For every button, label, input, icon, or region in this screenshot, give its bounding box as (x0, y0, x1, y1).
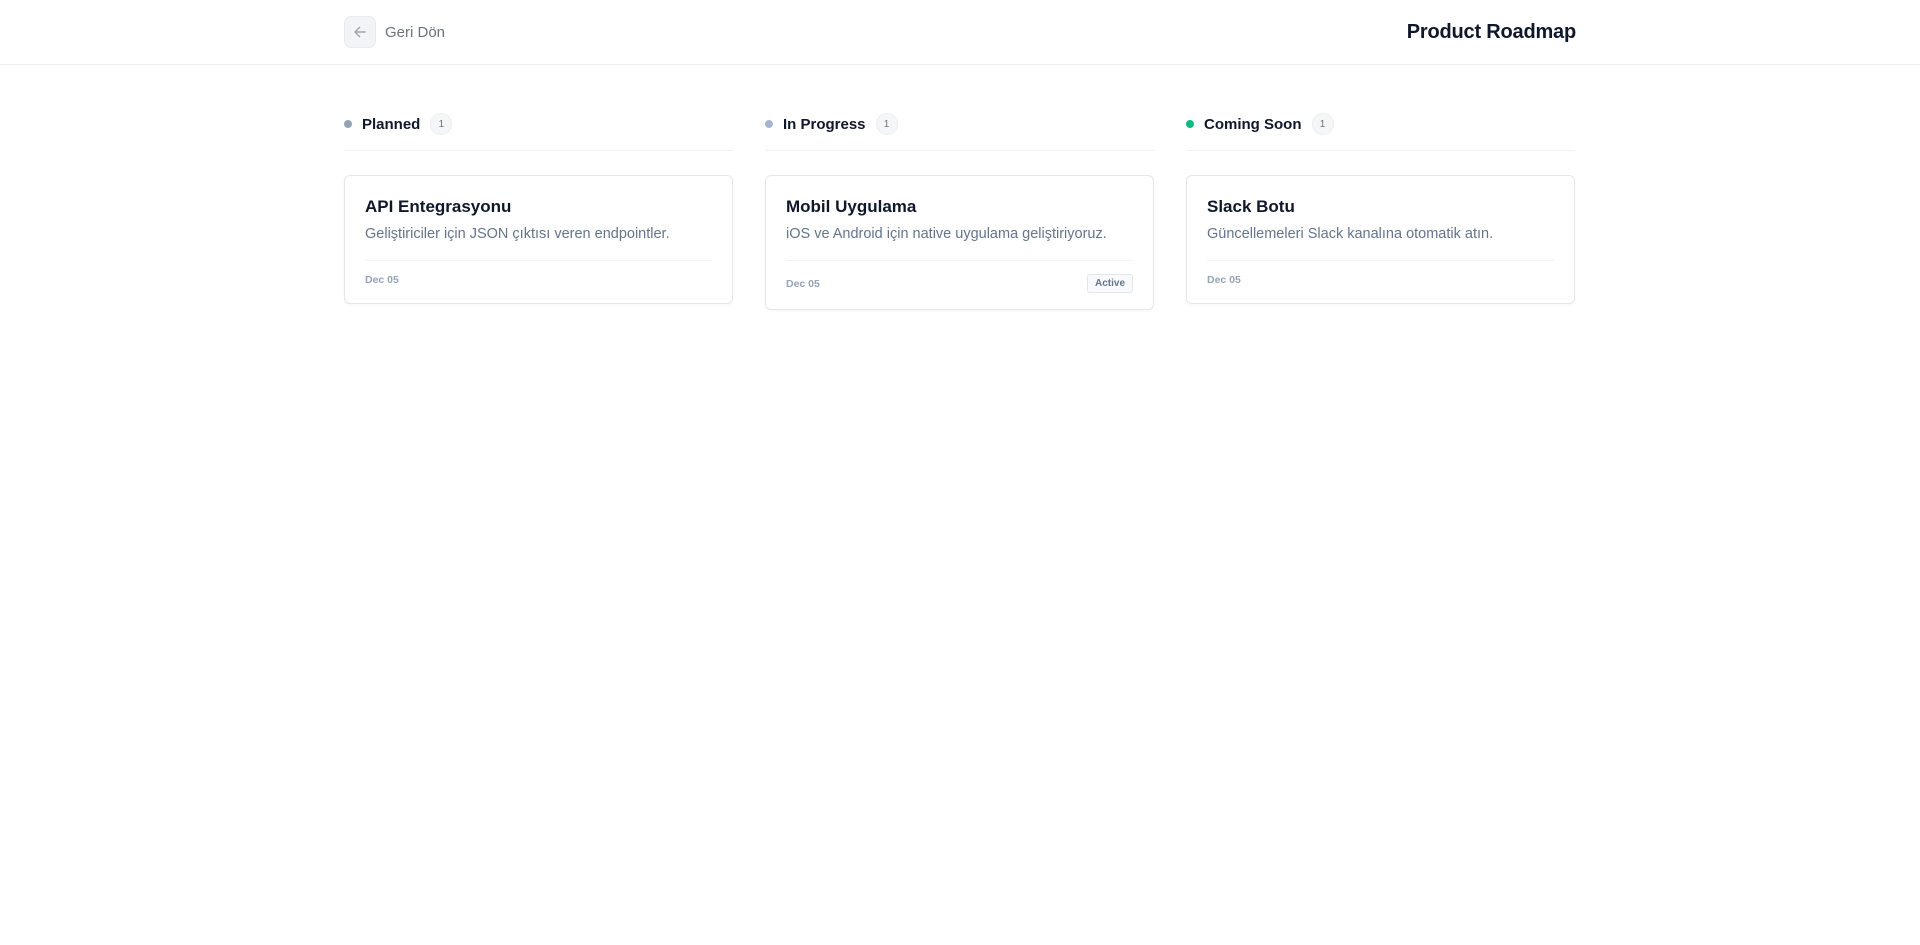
card-description: Geliştiriciler için JSON çıktısı veren e… (365, 226, 670, 242)
card-date: Dec 05 (786, 277, 820, 290)
top-bar-inner: Geri Dön Product Roadmap (344, 0, 1576, 64)
count-badge: 1 (430, 113, 453, 135)
status-dot (1186, 120, 1194, 128)
card-footer: Dec 05 (1207, 273, 1554, 287)
column-divider (344, 150, 733, 151)
column-header: In Progress 1 (765, 112, 1154, 136)
page-title: Product Roadmap (1406, 20, 1576, 43)
card-description: Güncellemeleri Slack kanalına otomatik a… (1207, 226, 1494, 242)
count-badge: 1 (1311, 113, 1334, 135)
column-title: Coming Soon (1204, 115, 1302, 133)
column-divider (1186, 150, 1575, 151)
card-title: API Entegrasyonu (365, 197, 512, 216)
column-title: In Progress (783, 115, 866, 133)
column-coming-soon: Coming Soon 1 Slack Botu Güncellemeleri … (1186, 112, 1575, 310)
arrow-left-icon[interactable] (344, 16, 376, 48)
card-date: Dec 05 (365, 274, 399, 286)
column-planned: Planned 1 API Entegrasyonu Geliştiricile… (344, 112, 733, 310)
count-badge: 1 (875, 113, 898, 135)
column-divider (765, 150, 1154, 151)
roadmap-card[interactable]: Slack Botu Güncellemeleri Slack kanalına… (1186, 175, 1575, 304)
status-dot (344, 120, 352, 128)
card-divider (365, 260, 712, 261)
column-header: Planned 1 (344, 112, 733, 136)
card-footer: Dec 05 (365, 273, 712, 287)
top-bar: Geri Dön Product Roadmap (0, 0, 1920, 65)
card-description: iOS ve Android için native uygulama geli… (786, 226, 1107, 242)
roadmap-card[interactable]: API Entegrasyonu Geliştiriciler için JSO… (344, 175, 733, 304)
column-title: Planned (362, 115, 421, 133)
card-footer: Dec 05 Active (786, 274, 1133, 293)
back-button[interactable]: Geri Dön (344, 16, 445, 48)
card-title: Slack Botu (1207, 197, 1295, 216)
status-dot (765, 120, 773, 128)
roadmap-board: Planned 1 API Entegrasyonu Geliştiricile… (344, 112, 1576, 310)
card-divider (786, 260, 1133, 261)
card-title: Mobil Uygulama (786, 197, 917, 216)
column-header: Coming Soon 1 (1186, 112, 1575, 136)
roadmap-card[interactable]: Mobil Uygulama iOS ve Android için nativ… (765, 175, 1154, 310)
status-badge: Active (1086, 274, 1133, 293)
card-divider (1207, 260, 1554, 261)
column-in-progress: In Progress 1 Mobil Uygulama iOS ve Andr… (765, 112, 1154, 310)
back-label[interactable]: Geri Dön (385, 24, 445, 41)
card-date: Dec 05 (1207, 274, 1241, 286)
